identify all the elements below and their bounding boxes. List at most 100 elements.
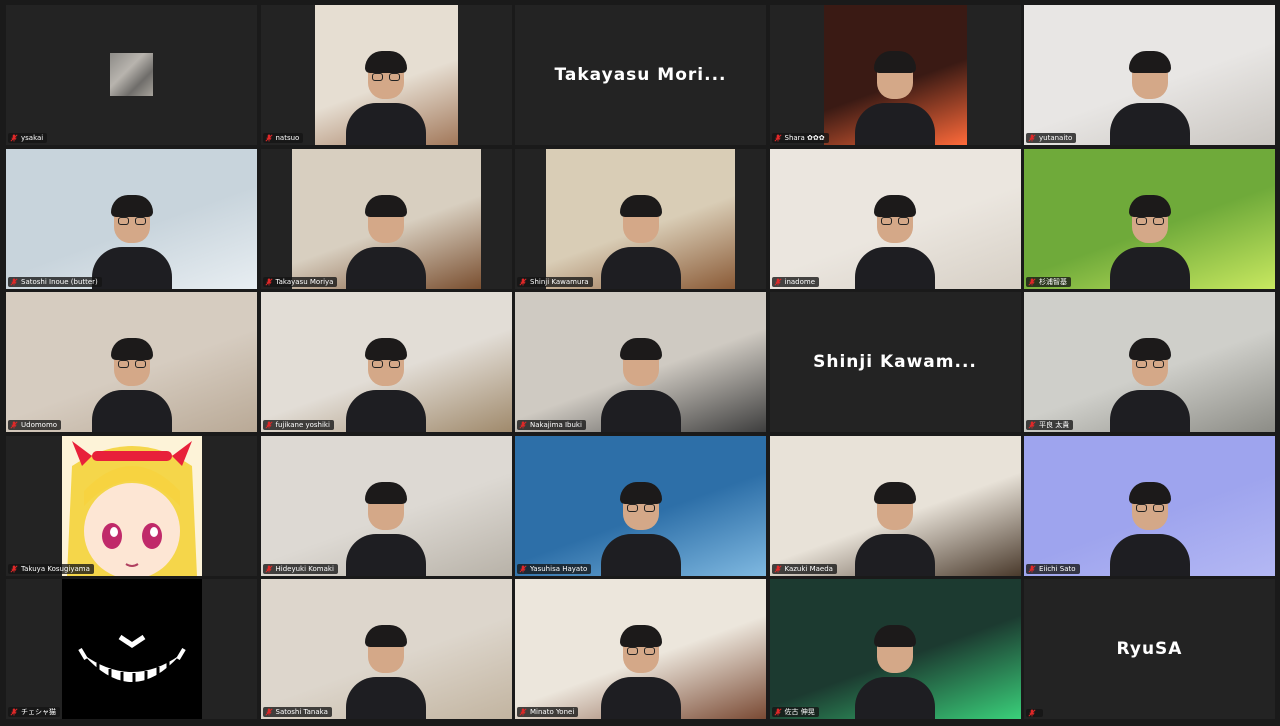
muted-mic-icon	[10, 277, 18, 286]
participant-name-label: Shara ✿✿✿	[771, 133, 829, 143]
participant-name: ysakai	[21, 134, 44, 142]
participant-tile[interactable]: Nakajima Ibuki	[515, 292, 766, 432]
participant-silhouette	[346, 481, 426, 576]
participant-silhouette	[346, 625, 426, 719]
participant-tile[interactable]: RyuSA	[1024, 579, 1275, 719]
muted-mic-icon	[519, 277, 527, 286]
participant-name-card: RyuSA	[1116, 639, 1183, 659]
participant-video	[291, 148, 481, 289]
participant-name: Satoshi Tanaka	[275, 708, 328, 716]
participant-video	[515, 435, 766, 576]
gallery-view: ysakai natsuo Takayasu Mori... Shara ✿✿✿ yut…	[6, 5, 1275, 723]
participant-tile[interactable]: Eiichi Sato	[1024, 435, 1275, 576]
participant-name-label: Yasuhisa Hayato	[517, 563, 592, 574]
participant-tile[interactable]: Shinji Kawam...	[769, 292, 1021, 432]
participant-silhouette	[346, 338, 426, 432]
participant-name: Kazuki Maeda	[784, 564, 833, 573]
muted-mic-icon	[1028, 134, 1036, 142]
participant-name-label	[1026, 709, 1043, 717]
participant-video	[6, 292, 257, 432]
participant-tile[interactable]: Takayasu Mori...	[515, 5, 766, 145]
participant-silhouette	[855, 481, 935, 576]
muted-mic-icon	[519, 421, 527, 429]
muted-mic-icon	[10, 421, 18, 429]
participant-tile[interactable]: ysakai	[6, 5, 257, 145]
muted-mic-icon	[519, 708, 527, 716]
participant-name-card: Takayasu Mori...	[554, 65, 727, 85]
muted-mic-icon	[1028, 421, 1036, 429]
participant-name: natsuo	[275, 134, 300, 142]
participant-tile[interactable]: Udomomo	[6, 292, 257, 432]
muted-mic-icon	[773, 134, 782, 142]
participant-name: Nakajima Ibuki	[530, 421, 582, 429]
participant-tile[interactable]: fujikane yoshiki	[260, 292, 512, 432]
participant-tile[interactable]: Satoshi Inoue (butter)	[6, 148, 257, 289]
participant-tile[interactable]: Satoshi Tanaka	[260, 579, 512, 719]
participant-name-label: fujikane yoshiki	[262, 420, 334, 430]
participant-tile[interactable]: Takayasu Moriya	[260, 148, 512, 289]
participant-tile[interactable]: inadome	[769, 148, 1021, 289]
participant-silhouette	[1109, 194, 1190, 289]
profile-picture	[110, 53, 153, 96]
muted-mic-icon	[519, 564, 527, 573]
participant-tile[interactable]: Hideyuki Komaki	[260, 435, 512, 576]
participant-video	[260, 435, 512, 576]
muted-mic-icon	[264, 134, 273, 142]
participant-silhouette	[346, 194, 426, 289]
participant-name-label: Satoshi Tanaka	[262, 707, 332, 717]
participant-video	[6, 148, 257, 289]
participant-name: 杉浦智基	[1039, 277, 1067, 286]
participant-tile[interactable]: natsuo	[260, 5, 512, 145]
participant-name-label: 杉浦智基	[1026, 276, 1071, 287]
participant-video	[515, 292, 766, 432]
participant-name-label: Nakajima Ibuki	[517, 420, 586, 430]
muted-mic-icon	[1028, 564, 1036, 573]
muted-mic-icon	[1028, 277, 1036, 286]
participant-tile[interactable]: yutanaito	[1024, 5, 1275, 145]
participant-name: fujikane yoshiki	[275, 421, 330, 429]
participant-silhouette	[1109, 338, 1190, 432]
participant-name: yutanaito	[1039, 134, 1073, 142]
muted-mic-icon	[264, 708, 273, 716]
participant-silhouette	[91, 194, 172, 289]
participant-silhouette	[1109, 481, 1190, 576]
participant-video	[515, 579, 766, 719]
participant-name-label: Kazuki Maeda	[771, 563, 837, 574]
participant-video	[769, 148, 1021, 289]
participant-tile[interactable]: 佐古 伸晃	[769, 579, 1021, 719]
participant-name: Eiichi Sato	[1039, 564, 1076, 573]
participant-silhouette	[855, 625, 935, 719]
participant-name: Shinji Kawamura	[530, 277, 589, 286]
participant-tile[interactable]: Takuya Kosugiyama	[6, 435, 257, 576]
participant-video	[1024, 292, 1275, 432]
muted-mic-icon	[10, 134, 18, 142]
muted-mic-icon	[264, 564, 273, 573]
participant-video	[769, 579, 1021, 719]
participant-name: 佐古 伸晃	[784, 708, 815, 716]
participant-name-label: Eiichi Sato	[1026, 563, 1080, 574]
participant-name: Minato Yonei	[530, 708, 575, 716]
participant-video	[260, 292, 512, 432]
participant-name: Takuya Kosugiyama	[21, 564, 90, 573]
participant-silhouette	[91, 338, 172, 432]
participant-tile[interactable]: Shara ✿✿✿	[769, 5, 1021, 145]
participant-name-label: natsuo	[262, 133, 304, 143]
participant-tile[interactable]: 平良 太貴	[1024, 292, 1275, 432]
participant-tile[interactable]: Kazuki Maeda	[769, 435, 1021, 576]
participant-name-label: Minato Yonei	[517, 707, 579, 717]
participant-tile[interactable]: チェシャ猫	[6, 579, 257, 719]
muted-mic-icon	[264, 421, 273, 429]
participant-silhouette	[600, 481, 681, 576]
participant-video	[546, 148, 735, 289]
participant-tile[interactable]: Minato Yonei	[515, 579, 766, 719]
participant-name-label: チェシャ猫	[8, 707, 60, 717]
participant-video	[314, 5, 458, 145]
participant-silhouette	[1109, 51, 1190, 145]
participant-tile[interactable]: Shinji Kawamura	[515, 148, 766, 289]
participant-silhouette	[600, 625, 681, 719]
participant-name: inadome	[784, 277, 816, 286]
participant-tile[interactable]: Yasuhisa Hayato	[515, 435, 766, 576]
participant-name-label: Satoshi Inoue (butter)	[8, 276, 102, 287]
participant-tile[interactable]: 杉浦智基	[1024, 148, 1275, 289]
participant-name: チェシャ猫	[21, 708, 56, 716]
